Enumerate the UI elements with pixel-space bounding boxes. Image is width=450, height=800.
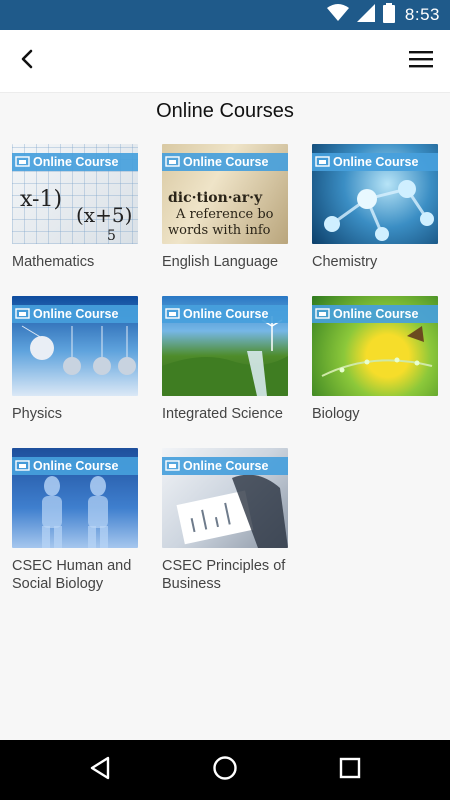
course-thumbnail: Online Course: [12, 296, 138, 396]
course-thumbnail: Online Course: [12, 448, 138, 548]
online-course-badge: Online Course: [12, 305, 138, 323]
system-nav-bar: [0, 740, 450, 800]
svg-text:dic·tion·ar·y: dic·tion·ar·y: [168, 190, 263, 206]
course-label: Biology: [312, 406, 360, 422]
course-card-csec-human-and-social-biology[interactable]: Online Course CSEC Human and Social Biol…: [12, 448, 138, 593]
laptop-icon: [15, 156, 30, 167]
course-label: Integrated Science: [162, 406, 283, 422]
laptop-icon: [315, 156, 330, 167]
laptop-icon: [15, 308, 30, 319]
course-label: Mathematics: [12, 254, 95, 270]
app-bar: [0, 30, 450, 93]
online-course-badge: Online Course: [162, 305, 288, 323]
badge-text: Online Course: [333, 155, 419, 169]
laptop-icon: [15, 460, 30, 471]
back-triangle-icon: [89, 756, 111, 785]
svg-text:words with info: words with info: [168, 223, 271, 238]
svg-text:x-1): x-1): [20, 187, 62, 212]
svg-text:A reference bo: A reference bo: [175, 207, 274, 222]
badge-text: Online Course: [183, 155, 269, 169]
course-card-mathematics[interactable]: x-1) (x+5) 5 Online Course Mathematics: [12, 144, 138, 271]
course-card-csec-principles-of-business[interactable]: Online Course CSEC Principles of Busines…: [162, 448, 288, 593]
chevron-left-icon: [20, 49, 34, 74]
laptop-icon: [315, 308, 330, 319]
course-label: Physics: [12, 406, 62, 422]
signal-icon: [356, 3, 375, 27]
course-label: CSEC Human and Social Biology: [12, 558, 132, 592]
badge-text: Online Course: [183, 307, 269, 321]
badge-text: Online Course: [33, 307, 119, 321]
course-label: CSEC Principles of Business: [162, 558, 286, 592]
system-home-button[interactable]: [210, 755, 240, 785]
badge-text: Online Course: [183, 459, 269, 473]
course-thumbnail: Online Course: [312, 144, 438, 244]
svg-text:5: 5: [107, 228, 116, 244]
badge-text: Online Course: [33, 155, 119, 169]
status-time: 8:53: [404, 5, 440, 24]
hamburger-menu-icon: [409, 50, 433, 73]
course-thumbnail: dic·tion·ar·y A reference bo words with …: [162, 144, 288, 244]
system-recents-button[interactable]: [335, 755, 365, 785]
online-course-badge: Online Course: [312, 305, 438, 323]
svg-text:(x+5): (x+5): [76, 203, 132, 227]
laptop-icon: [165, 460, 180, 471]
course-thumbnail: Online Course: [162, 296, 288, 396]
online-course-badge: Online Course: [12, 457, 138, 475]
battery-icon: [382, 2, 395, 28]
wifi-icon: [326, 3, 349, 27]
online-course-badge: Online Course: [162, 153, 288, 171]
course-label: English Language: [162, 254, 279, 270]
recents-square-icon: [339, 757, 361, 784]
course-card-physics[interactable]: Online Course Physics: [12, 296, 138, 423]
course-card-english-language[interactable]: dic·tion·ar·y A reference bo words with …: [162, 144, 288, 271]
online-course-badge: Online Course: [312, 153, 438, 171]
system-back-button[interactable]: [85, 755, 115, 785]
course-thumbnail: x-1) (x+5) 5 Online Course: [12, 144, 138, 244]
badge-text: Online Course: [33, 459, 119, 473]
status-bar: 8:53: [0, 0, 450, 30]
course-label: Chemistry: [312, 254, 378, 270]
course-card-biology[interactable]: Online Course Biology: [312, 296, 438, 423]
laptop-icon: [165, 308, 180, 319]
back-button[interactable]: [12, 46, 42, 76]
page-title: Online Courses: [156, 100, 294, 122]
online-course-badge: Online Course: [162, 457, 288, 475]
online-course-badge: Online Course: [12, 153, 138, 171]
menu-button[interactable]: [406, 46, 436, 76]
status-icons: 8:53: [326, 0, 440, 30]
course-thumbnail: Online Course: [312, 296, 438, 396]
course-card-chemistry[interactable]: Online Course Chemistry: [312, 144, 438, 271]
badge-text: Online Course: [333, 307, 419, 321]
course-thumbnail: Online Course: [162, 448, 288, 548]
laptop-icon: [165, 156, 180, 167]
home-circle-icon: [212, 755, 238, 786]
course-card-integrated-science[interactable]: Online Course Integrated Science: [162, 296, 288, 423]
